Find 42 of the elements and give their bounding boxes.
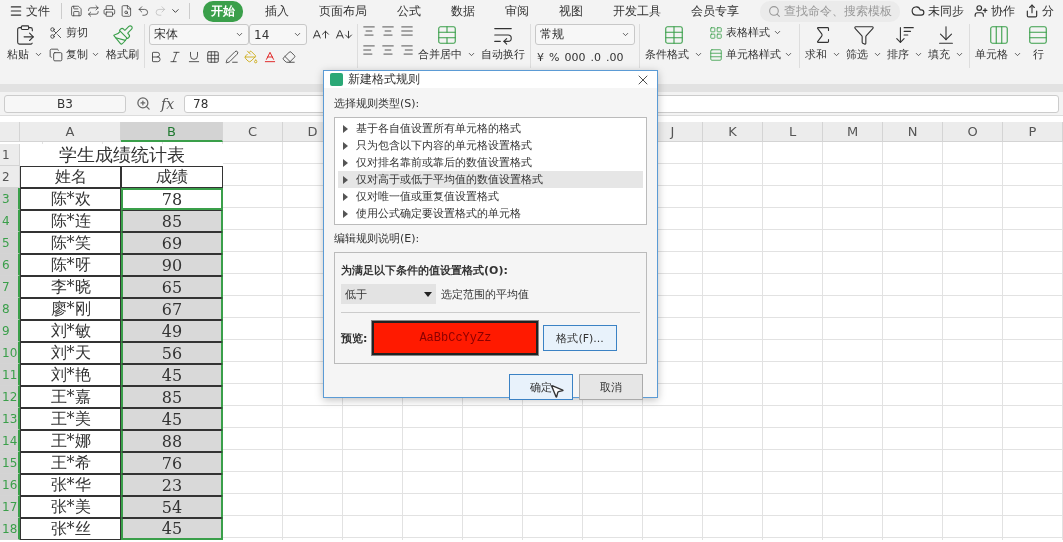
table-cell: 张*华 xyxy=(20,474,121,496)
table-cell: 78 xyxy=(121,188,223,210)
column-title: 姓名 xyxy=(20,166,121,188)
table-cell: 67 xyxy=(121,298,223,320)
table-cell: 廖*刚 xyxy=(20,298,121,320)
table-cell: 65 xyxy=(121,276,223,298)
table-cell: 56 xyxy=(121,342,223,364)
table-cell: 88 xyxy=(121,430,223,452)
table-cell: 王*嘉 xyxy=(20,386,121,408)
section-label: 选择规则类型(S): xyxy=(334,96,421,111)
condition-label: 为满足以下条件的值设置格式(O): xyxy=(341,263,509,278)
table-cell: 王*美 xyxy=(20,408,121,430)
condition-text: 选定范围的平均值 xyxy=(441,286,529,302)
preview-label: 预览: xyxy=(341,330,368,346)
table-cell: 45 xyxy=(121,364,223,386)
table-cell: 陈*连 xyxy=(20,210,121,232)
dialog-title: 新建格式规则 xyxy=(348,71,420,88)
table-cell: 54 xyxy=(121,496,223,518)
table-cell: 69 xyxy=(121,232,223,254)
table-cell: 陈*欢 xyxy=(20,188,121,210)
table-cell: 90 xyxy=(121,254,223,276)
format-preview: AaBbCcYyZz xyxy=(372,321,539,355)
table-cell: 76 xyxy=(121,452,223,474)
table-cell: 张*美 xyxy=(20,496,121,518)
table-cell: 刘*艳 xyxy=(20,364,121,386)
table-cell: 刘*天 xyxy=(20,342,121,364)
table-cell: 李*晓 xyxy=(20,276,121,298)
table-cell: 王*娜 xyxy=(20,430,121,452)
column-title: 成绩 xyxy=(121,166,223,188)
table-cell: 49 xyxy=(121,320,223,342)
table-cell: 45 xyxy=(121,408,223,430)
table-cell: 23 xyxy=(121,474,223,496)
table-cell: 刘*敏 xyxy=(20,320,121,342)
table-cell: 85 xyxy=(121,386,223,408)
table-cell: 张*丝 xyxy=(20,518,121,540)
table-cell: 45 xyxy=(121,518,223,540)
table-cell: 王*希 xyxy=(20,452,121,474)
table-cell: 陈*呀 xyxy=(20,254,121,276)
table-title: 学生成绩统计表 xyxy=(20,144,223,166)
table-cell: 85 xyxy=(121,210,223,232)
section-label: 编辑规则说明(E): xyxy=(334,231,421,246)
table-cell: 陈*笑 xyxy=(20,232,121,254)
